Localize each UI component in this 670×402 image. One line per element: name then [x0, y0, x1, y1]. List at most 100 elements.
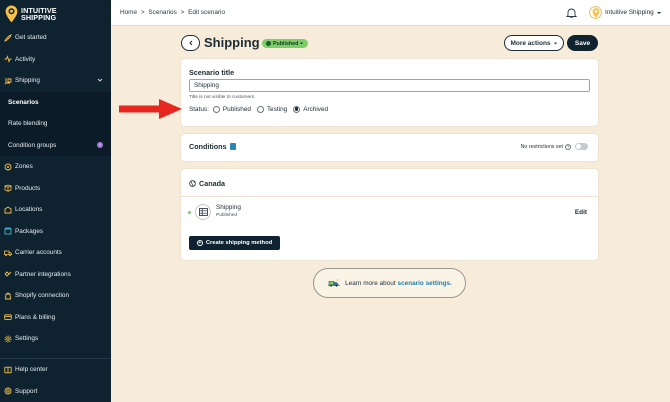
sidebar-item-activity[interactable]: Activity [0, 49, 111, 71]
carrier-icon [4, 249, 12, 257]
learn-more-banner[interactable]: Learn more about scenario settings. [313, 268, 466, 298]
status-label: Status: [189, 105, 209, 113]
page-title: Shipping [204, 35, 260, 50]
gear-icon [4, 335, 12, 343]
brand-line-2: SHIPPING [21, 13, 57, 22]
breadcrumb-home[interactable]: Home [120, 9, 137, 16]
scenario-card: Scenario title Title is not visible to c… [181, 59, 598, 126]
restrictions-toggle[interactable] [575, 143, 588, 150]
location-pin-icon [592, 7, 599, 18]
published-dot-icon [188, 211, 191, 214]
shipping-method-status: Published [216, 213, 238, 218]
account-menu[interactable]: Intuitive Shipping [589, 4, 665, 21]
conditions-title: Conditions [189, 142, 227, 151]
plus-circle-icon: + [196, 239, 203, 246]
sidebar-item-plans-billing[interactable]: Plans & billing [0, 307, 111, 329]
sidebar-item-label: Scenarios [8, 98, 39, 106]
more-actions-label: More actions [510, 39, 551, 47]
info-badge-icon: i [97, 141, 103, 148]
topbar: Home > Scenarios > Edit scenario Intuiti… [111, 0, 670, 26]
zones-icon [4, 163, 12, 171]
radio-testing-label[interactable]: Testing [267, 106, 287, 113]
products-icon [4, 184, 12, 193]
shipping-icon [4, 77, 12, 85]
learn-more-text: Learn more about [345, 279, 396, 287]
back-button[interactable] [181, 35, 200, 51]
sidebar-item-settings[interactable]: Settings [0, 328, 111, 350]
sidebar-item-locations[interactable]: Locations [0, 199, 111, 221]
breadcrumb: Home > Scenarios > Edit scenario [120, 9, 227, 16]
sidebar-item-label: Activity [15, 55, 36, 63]
sidebar-item-rate-blending[interactable]: Rate blending [0, 113, 111, 135]
sidebar: INTUITIVE SHIPPING Get started Activity … [0, 0, 111, 402]
region-header: Canada [181, 169, 598, 197]
sidebar-item-label: Packages [15, 227, 44, 235]
sidebar-item-help-center[interactable]: Help center [0, 359, 111, 381]
sidebar-item-label: Products [15, 184, 41, 192]
caret-down-icon [553, 42, 557, 44]
status-radio-group: Status: Published Testing Archived [189, 104, 328, 114]
sidebar-item-carrier-accounts[interactable]: Carrier accounts [0, 242, 111, 264]
bell-icon[interactable] [566, 7, 577, 19]
radio-published[interactable] [212, 105, 220, 113]
sidebar-item-shopify-connection[interactable]: Shopify connection [0, 285, 111, 307]
radio-testing[interactable] [256, 105, 264, 113]
book-icon[interactable] [229, 143, 236, 150]
shipping-method-name: Shipping [216, 204, 241, 211]
edit-shipping-method-button[interactable]: Edit [575, 209, 587, 216]
create-shipping-method-button[interactable]: + Create shipping method [189, 236, 280, 250]
sidebar-item-condition-groups[interactable]: Condition groups i [0, 134, 111, 156]
help-circle-icon[interactable] [565, 143, 571, 150]
sidebar-item-label: Partner integrations [15, 270, 71, 278]
radio-archived[interactable] [293, 105, 301, 113]
radio-published-label[interactable]: Published [223, 106, 251, 113]
avatar [589, 6, 602, 19]
packages-icon [4, 227, 12, 235]
breadcrumb-current: Edit scenario [188, 9, 226, 16]
sidebar-item-label: Plans & billing [15, 313, 56, 321]
scenario-title-input[interactable] [189, 79, 590, 92]
breadcrumb-scenarios[interactable]: Scenarios [148, 9, 176, 16]
sidebar-item-packages[interactable]: Packages [0, 221, 111, 243]
sidebar-item-label: Zones [15, 163, 33, 171]
brand-logo[interactable]: INTUITIVE SHIPPING [5, 4, 57, 24]
create-shipping-method-label: Create shipping method [205, 240, 273, 246]
sidebar-item-zones[interactable]: Zones [0, 156, 111, 178]
sidebar-item-partner-integrations[interactable]: Partner integrations [0, 264, 111, 286]
helper-text: Title is not visible to customers. [189, 95, 256, 100]
rate-table-icon [195, 204, 211, 220]
sidebar-item-scenarios[interactable]: Scenarios [0, 91, 111, 113]
breadcrumb-separator: > [180, 9, 185, 16]
radio-archived-label[interactable]: Archived [303, 106, 328, 113]
restrictions-toggle-group: No restrictions set [521, 143, 588, 150]
chevron-down-icon[interactable] [97, 77, 103, 83]
account-name: Intuitive Shipping [605, 9, 654, 16]
billing-icon [4, 313, 12, 321]
sidebar-item-products[interactable]: Products [0, 178, 111, 200]
status-badge[interactable]: Published [262, 39, 309, 48]
caret-down-icon [656, 11, 661, 14]
sidebar-footer: Help center Support [0, 358, 111, 402]
rocket-icon [4, 33, 12, 42]
status-badge-label: Published [273, 40, 299, 47]
region-title: Canada [189, 179, 225, 188]
activity-icon [4, 55, 12, 64]
sidebar-item-label: Shopify connection [15, 292, 70, 300]
sidebar-item-shipping[interactable]: Shipping [0, 70, 111, 92]
save-button[interactable]: Save [567, 35, 598, 51]
scenario-settings-link[interactable]: scenario settings. [398, 280, 452, 287]
sidebar-item-support[interactable]: Support [0, 381, 111, 402]
partner-icon [4, 270, 12, 278]
more-actions-button[interactable]: More actions [504, 35, 564, 51]
annotation-arrow [119, 99, 182, 119]
sidebar-item-label: Rate blending [8, 120, 48, 128]
delivery-illustration-icon [328, 279, 341, 287]
scenario-title-label: Scenario title [189, 68, 235, 77]
help-icon [4, 366, 12, 374]
location-pin-icon [5, 5, 18, 23]
conditions-heading: Conditions [189, 142, 236, 151]
sidebar-item-get-started[interactable]: Get started [0, 27, 111, 49]
chevron-left-icon [188, 40, 192, 46]
locations-icon [4, 206, 12, 214]
sidebar-item-label: Help center [15, 366, 48, 374]
